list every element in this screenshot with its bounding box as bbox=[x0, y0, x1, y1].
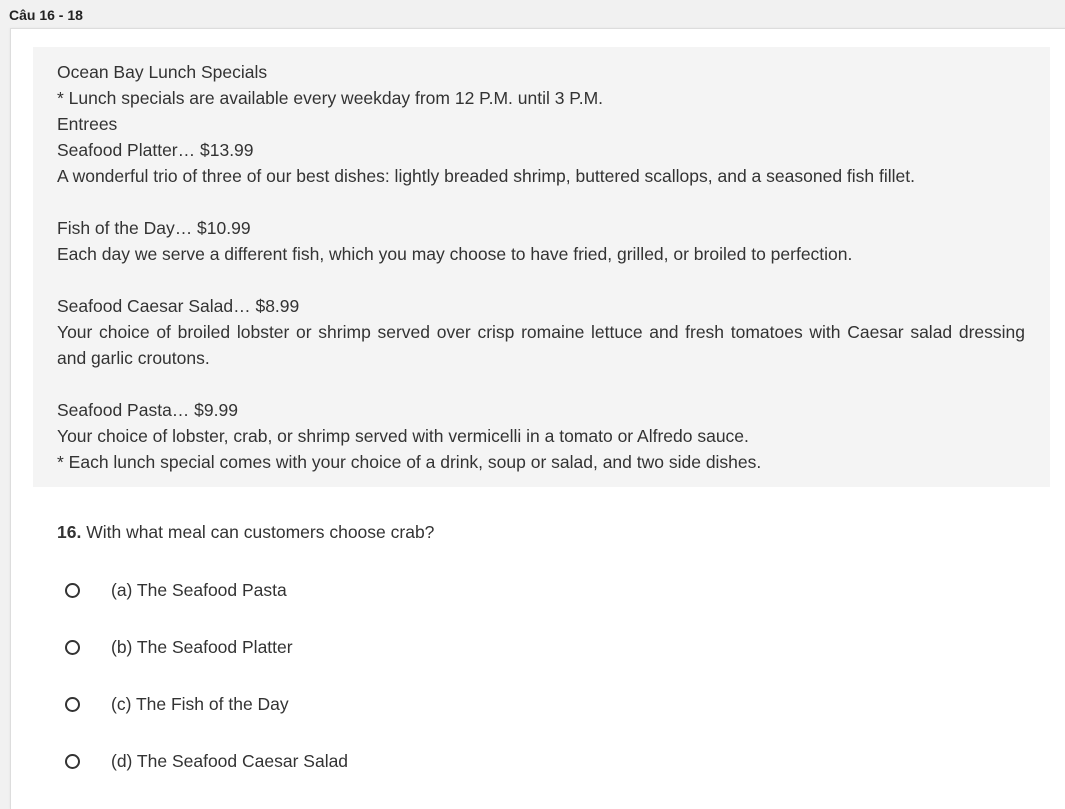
menu-item-description: A wonderful trio of three of our best di… bbox=[57, 166, 915, 186]
menu-item-name: Fish of the Day… $10.99 bbox=[57, 218, 251, 238]
menu-item-name: Seafood Caesar Salad… $8.99 bbox=[57, 296, 300, 316]
question-card: Ocean Bay Lunch Specials * Lunch special… bbox=[10, 28, 1065, 809]
answer-option-a[interactable]: (a) The Seafood Pasta bbox=[65, 578, 287, 602]
menu-item-name: Seafood Pasta… $9.99 bbox=[57, 400, 238, 420]
answer-option-d[interactable]: (d) The Seafood Caesar Salad bbox=[65, 749, 348, 773]
question-prompt: 16. With what meal can customers choose … bbox=[57, 522, 434, 543]
question-group-title: Câu 16 - 18 bbox=[9, 7, 83, 23]
radio-button[interactable] bbox=[65, 639, 80, 655]
menu-item-description: Each day we serve a different fish, whic… bbox=[57, 244, 853, 264]
question-group-header: Câu 16 - 18 bbox=[0, 0, 1065, 28]
menu-item-description: Your choice of lobster, crab, or shrimp … bbox=[57, 426, 749, 446]
answer-option-label[interactable]: (d) The Seafood Caesar Salad bbox=[111, 751, 348, 772]
menu-item-name: Seafood Platter… $13.99 bbox=[57, 140, 254, 160]
answer-option-b[interactable]: (b) The Seafood Platter bbox=[65, 635, 293, 659]
answer-option-label[interactable]: (a) The Seafood Pasta bbox=[111, 580, 287, 601]
passage-note: * Lunch specials are available every wee… bbox=[57, 88, 604, 108]
passage-title: Ocean Bay Lunch Specials bbox=[57, 62, 268, 82]
radio-button[interactable] bbox=[65, 696, 80, 712]
answer-option-label[interactable]: (c) The Fish of the Day bbox=[111, 694, 289, 715]
reading-passage: Ocean Bay Lunch Specials * Lunch special… bbox=[33, 47, 1050, 487]
radio-button[interactable] bbox=[65, 753, 80, 769]
passage-footnote: * Each lunch special comes with your cho… bbox=[57, 452, 762, 472]
answer-option-c[interactable]: (c) The Fish of the Day bbox=[65, 692, 289, 716]
menu-item-description: Your choice of broiled lobster or shrimp… bbox=[57, 322, 1025, 368]
radio-button[interactable] bbox=[65, 582, 80, 598]
question-number: 16. bbox=[57, 522, 82, 542]
answer-option-label[interactable]: (b) The Seafood Platter bbox=[111, 637, 293, 658]
question-text: With what meal can customers choose crab… bbox=[86, 522, 435, 542]
passage-section-heading: Entrees bbox=[57, 114, 118, 134]
